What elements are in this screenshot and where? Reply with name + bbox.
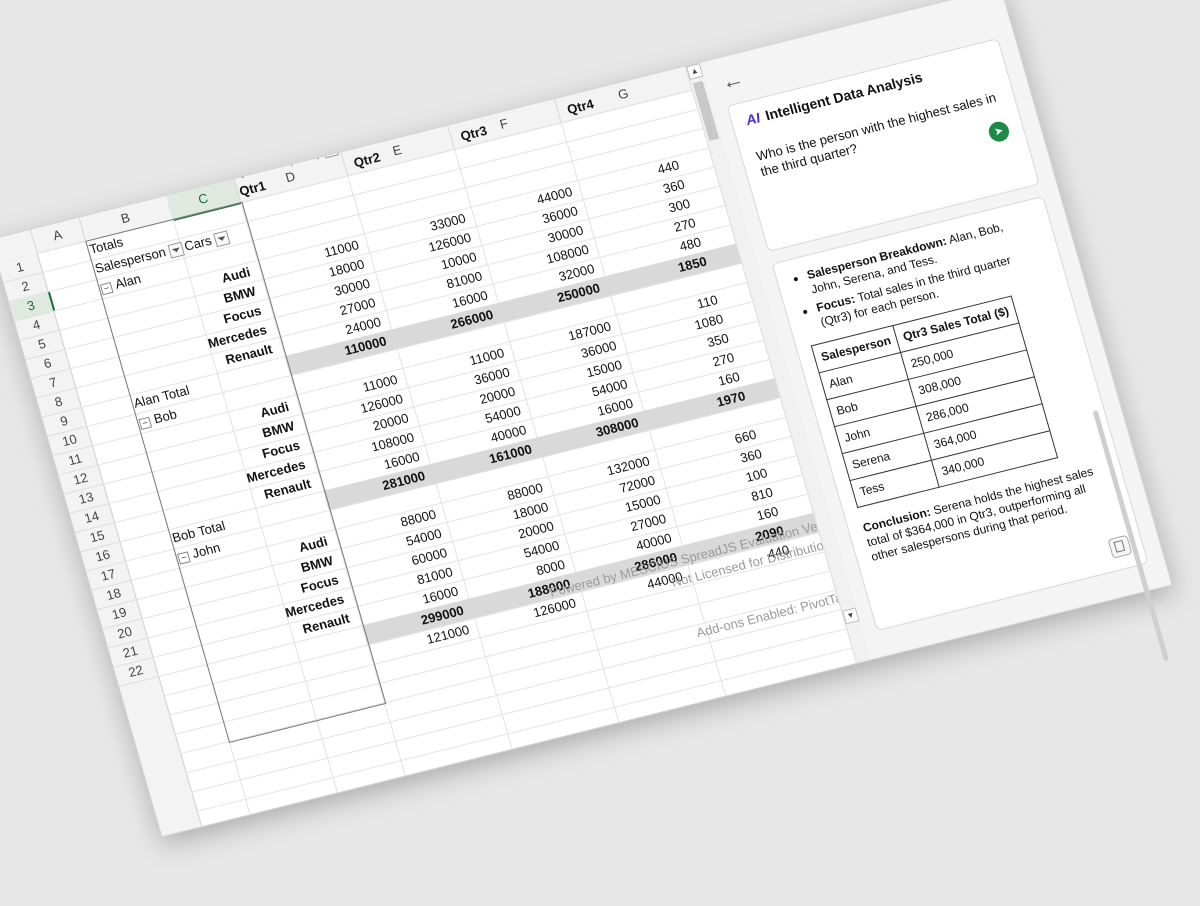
panel-scrollbar[interactable] [1092, 410, 1170, 662]
answer-content: Salesperson Breakdown: Alan, Bob, John, … [790, 212, 1114, 564]
ai-logo-icon: AI [743, 109, 762, 129]
back-arrow-icon[interactable]: ← [718, 65, 747, 95]
app-window: A B C D E F G 1 2 3 4 5 6 7 8 9 10 11 12 13 14 15 16 17 1… [0, 0, 1173, 838]
quarters-filter-dropdown-icon[interactable] [321, 141, 340, 158]
results-table: Salesperson Qtr3 Sales Total ($) Alan 250… [811, 295, 1058, 508]
